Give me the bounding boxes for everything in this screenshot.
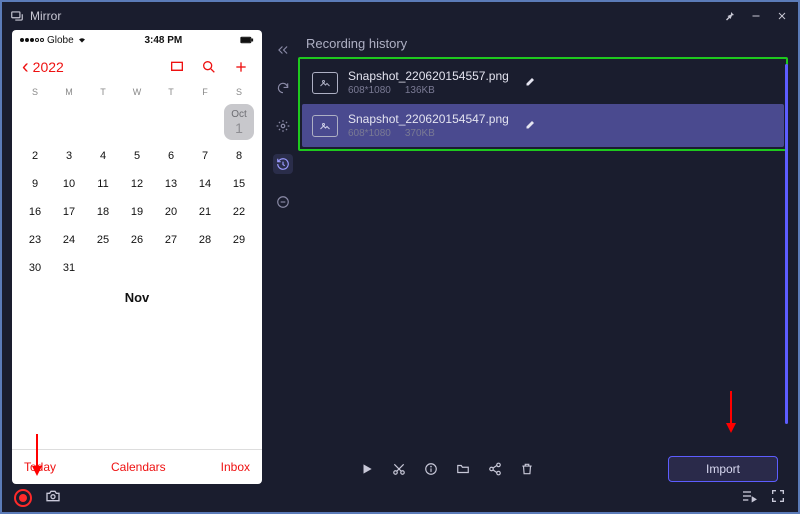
history-list-highlight: Snapshot_220620154557.png 608*1080136KB … [298,57,788,151]
list-view-icon[interactable] [166,56,188,78]
inbox-button[interactable]: Inbox [221,460,250,474]
calendar-footer: Today Calendars Inbox [12,449,262,484]
day-of-week-row: SMTWTFS [12,84,262,100]
settings-icon[interactable] [273,116,293,136]
delete-icon[interactable] [518,460,536,478]
info-icon[interactable] [422,460,440,478]
history-item[interactable]: Snapshot_220620154557.png 608*1080136KB [302,61,784,104]
screenshot-button[interactable] [44,488,62,509]
history-item-name: Snapshot_220620154557.png [348,69,509,83]
share-icon[interactable] [486,460,504,478]
fullscreen-icon[interactable] [770,488,786,509]
refresh-icon[interactable] [273,78,293,98]
history-icon[interactable] [273,154,293,174]
history-item[interactable]: Snapshot_220620154547.png 608*1080370KB [302,104,784,147]
history-toolbar [358,460,536,478]
scrollbar[interactable] [785,64,788,424]
folder-icon[interactable] [454,460,472,478]
side-tabs [268,30,298,484]
image-icon [312,115,338,137]
carrier-label: Globe [47,35,74,46]
phone-statusbar: Globe 3:48 PM [12,30,262,50]
today-button[interactable]: Today [24,460,56,474]
close-icon[interactable] [774,8,790,24]
history-item-meta: 608*1080136KB [348,85,509,96]
calendar-header: ‹ 2022 [12,50,262,84]
play-icon[interactable] [358,460,376,478]
history-item-meta: 608*1080370KB [348,128,509,139]
month-badge[interactable]: Oct1 [224,104,254,140]
history-item-name: Snapshot_220620154547.png [348,112,509,126]
status-time: 3:48 PM [87,35,240,46]
calendars-button[interactable]: Calendars [56,460,221,474]
edit-icon[interactable] [525,117,537,135]
edit-icon[interactable] [525,74,537,92]
playlist-icon[interactable] [740,488,758,509]
phone-mirror: Globe 3:48 PM ‹ 2022 SMTWTFS Oct1 234567… [12,30,262,484]
record-button[interactable] [14,489,32,507]
next-month-label: Nov [12,282,262,313]
app-title: Mirror [30,9,61,23]
remove-icon[interactable] [273,192,293,212]
app-logo-icon [10,9,24,23]
collapse-icon[interactable] [273,40,293,60]
add-icon[interactable] [230,56,252,78]
section-title: Recording history [298,30,788,57]
import-button[interactable]: Import [668,456,778,482]
pin-icon[interactable] [722,8,738,24]
calendar-grid: Oct1 2345678 9101112131415 1617181920212… [12,100,262,282]
image-icon [312,72,338,94]
cut-icon[interactable] [390,460,408,478]
search-icon[interactable] [198,56,220,78]
year-label[interactable]: 2022 [33,59,64,75]
back-icon[interactable]: ‹ [22,60,29,74]
minimize-icon[interactable] [748,8,764,24]
